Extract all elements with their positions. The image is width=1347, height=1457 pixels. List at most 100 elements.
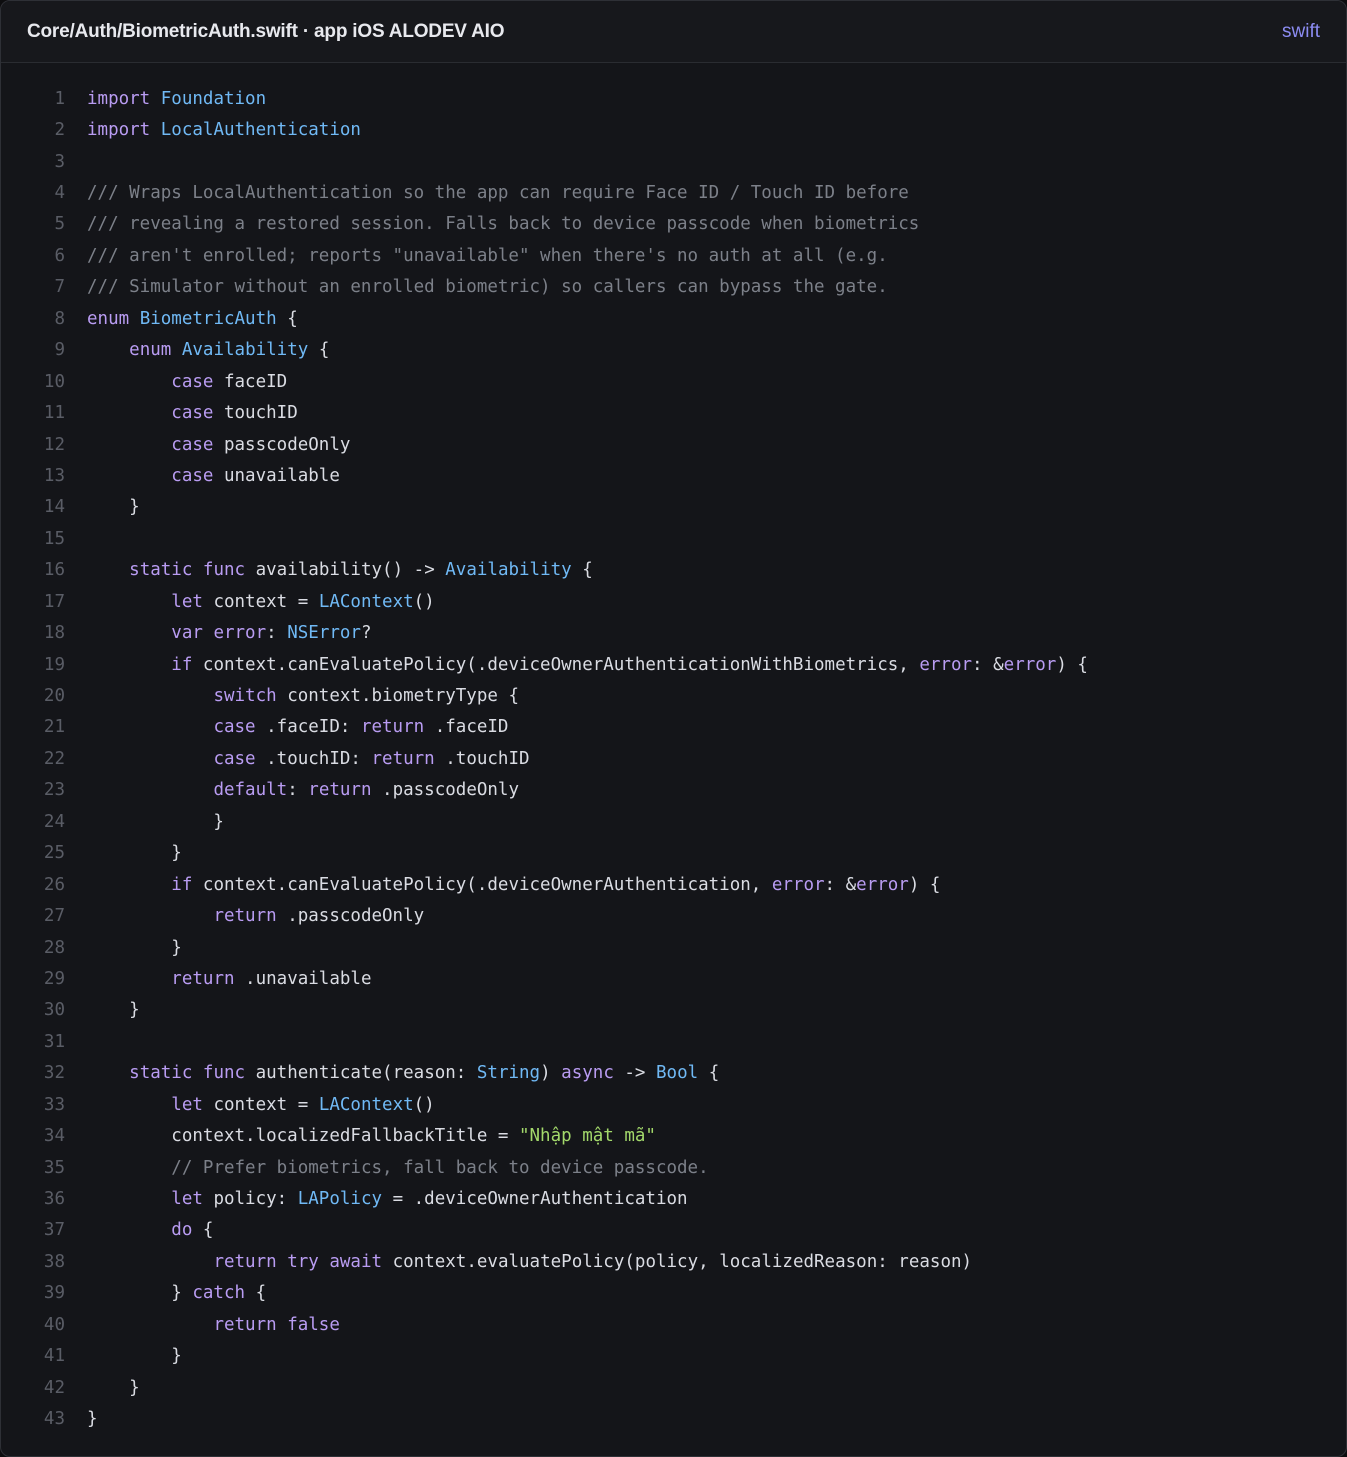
code-token: context = [202, 591, 319, 612]
code-token: availability() -> [245, 560, 446, 581]
line-text: } [87, 812, 224, 832]
line-number: 37 [43, 1220, 65, 1241]
code-line: 10 case faceID [1, 366, 1346, 397]
code-token: import [87, 88, 151, 109]
file-path-title: Core/Auth/BiometricAuth.swift · app iOS … [27, 20, 505, 42]
code-token: let [171, 1189, 203, 1210]
line-number: 10 [43, 371, 65, 392]
code-line: 18 var error: NSError? [1, 617, 1346, 648]
code-line: 7 /// Simulator without an enrolled biome… [1, 272, 1346, 303]
line-text: /// aren't enrolled; reports "unavailabl… [87, 246, 888, 266]
code-token: LAContext [318, 1094, 414, 1115]
code-token: faceID [213, 371, 288, 392]
line-number: 28 [43, 937, 65, 958]
language-label[interactable]: swift [1282, 21, 1320, 43]
line-text: let policy: LAPolicy = .deviceOwnerAuthe… [87, 1189, 687, 1210]
code-token: if [171, 874, 193, 895]
code-line: 21 case .faceID: return .faceID [1, 712, 1346, 743]
line-text: import LocalAuthentication [87, 120, 361, 140]
code-line: 29 return .unavailable [1, 963, 1346, 994]
line-number: 35 [43, 1157, 65, 1178]
code-token: case [171, 434, 214, 455]
code-line: 14 } [1, 492, 1346, 523]
line-text: /// Wraps LocalAuthentication so the app… [87, 183, 909, 203]
code-token: return [213, 1251, 277, 1272]
code-token: Availability [181, 340, 309, 361]
code-token: .passcodeOnly [371, 780, 520, 801]
code-line: 9 enum Availability { [1, 335, 1346, 366]
line-number: 29 [43, 968, 65, 989]
line-text: return false [87, 1315, 339, 1335]
code-line: 19 if context.canEvaluatePolicy(.deviceO… [1, 649, 1346, 680]
code-token: } [87, 1283, 193, 1304]
code-token: if [171, 654, 193, 675]
line-number: 13 [43, 465, 65, 486]
line-text: case touchID [87, 403, 297, 423]
code-token: // Prefer biometrics, fall back to devic… [171, 1157, 709, 1178]
line-text: if context.canEvaluatePolicy(.deviceOwne… [87, 875, 940, 895]
code-token: } [87, 497, 140, 518]
code-token: await [329, 1251, 383, 1272]
line-number: 12 [43, 434, 65, 455]
code-token: ) [540, 1063, 562, 1084]
code-token: case [171, 465, 214, 486]
code-token: } [87, 1346, 182, 1367]
line-text: } [87, 1000, 140, 1020]
line-text: enum BiometricAuth { [87, 309, 298, 329]
code-token: LAPolicy [297, 1189, 383, 1210]
code-line: 20 switch context.biometryType { [1, 680, 1346, 711]
code-line: 25 } [1, 838, 1346, 869]
code-line: 22 case .touchID: return .touchID [1, 743, 1346, 774]
code-token: } [87, 1377, 140, 1398]
line-number: 36 [43, 1189, 65, 1210]
line-number: 38 [43, 1251, 65, 1272]
code-token: case [171, 371, 214, 392]
file-header: Core/Auth/BiometricAuth.swift · app iOS … [1, 1, 1346, 63]
code-line: 32 static func authenticate(reason: Stri… [1, 1058, 1346, 1089]
code-token: switch [213, 686, 277, 707]
code-token: () [413, 591, 435, 612]
code-token: error [213, 623, 267, 644]
code-token: } [87, 811, 224, 832]
code-token: func [202, 560, 246, 581]
code-token: /// Simulator without an enrolled biomet… [87, 277, 888, 298]
line-number: 27 [43, 906, 65, 927]
line-number: 17 [43, 591, 65, 612]
code-token: default [213, 780, 288, 801]
code-token: { [698, 1063, 720, 1084]
line-number: 9 [54, 340, 65, 361]
line-number: 30 [43, 1000, 65, 1021]
code-line: 13 case unavailable [1, 460, 1346, 491]
code-token: Bool [656, 1063, 699, 1084]
line-number: 23 [43, 780, 65, 801]
code-token: .unavailable [234, 968, 372, 989]
code-token: /// Wraps LocalAuthentication so the app… [87, 183, 909, 204]
code-token: } [87, 1000, 140, 1021]
line-number: 21 [43, 717, 65, 738]
code-block[interactable]: 1 import Foundation 2 import LocalAuthentic… [1, 83, 1346, 1435]
code-token: String [476, 1063, 541, 1084]
code-token: enum [129, 340, 172, 361]
code-token: { [192, 1220, 214, 1241]
code-token: : & [824, 874, 857, 895]
code-token: Foundation [160, 88, 267, 109]
code-token: () [413, 1094, 435, 1115]
code-token: case [213, 717, 256, 738]
line-number: 4 [54, 183, 65, 204]
code-token: { [276, 308, 298, 329]
code-token: } [87, 937, 182, 958]
code-token: context.canEvaluatePolicy(.deviceOwnerAu… [192, 874, 772, 895]
code-line: 24 } [1, 806, 1346, 837]
